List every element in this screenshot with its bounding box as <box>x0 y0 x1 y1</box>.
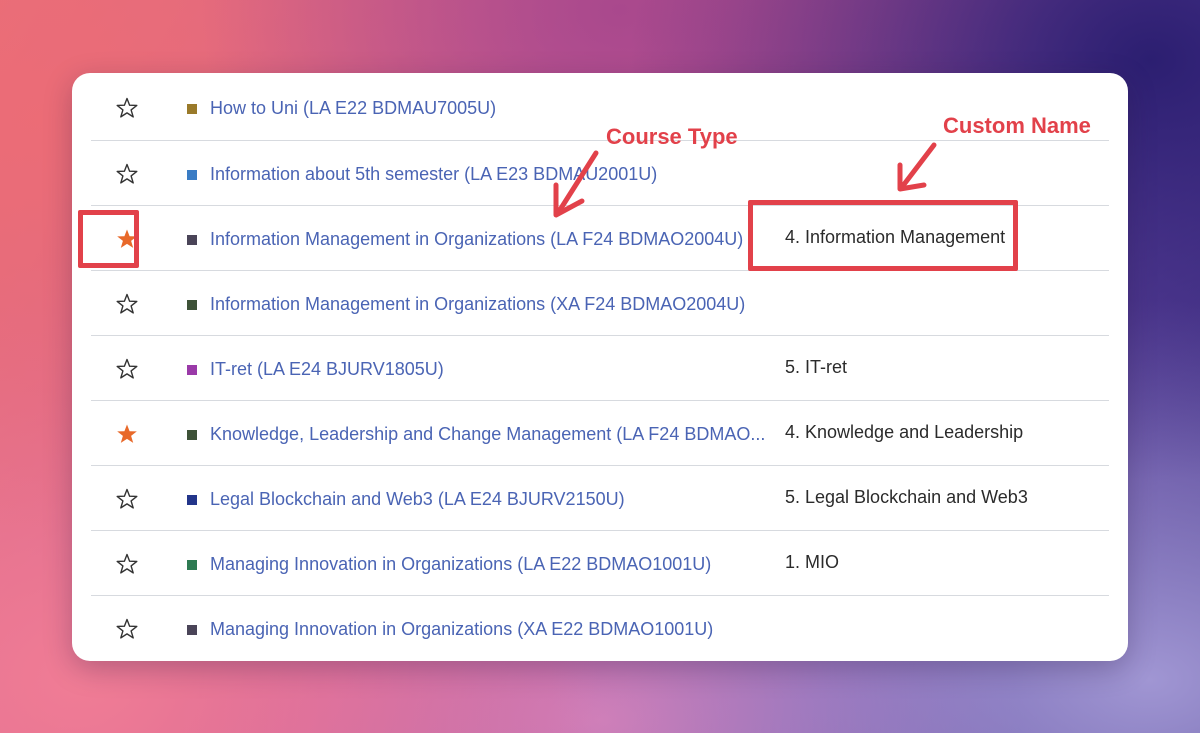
course-color-swatch <box>187 104 197 114</box>
course-row: Managing Innovation in Organizations (LA… <box>91 530 1109 596</box>
course-row: Knowledge, Leadership and Change Managem… <box>91 400 1109 466</box>
course-color-swatch <box>187 170 197 180</box>
course-row: IT-ret (LA E24 BJURV1805U) 5. IT-ret <box>91 335 1109 401</box>
starred-highlight-box <box>78 210 139 268</box>
course-color-swatch <box>187 365 197 375</box>
course-custom-name: 5. Legal Blockchain and Web3 <box>785 487 1028 507</box>
star-outline-icon[interactable] <box>116 618 138 640</box>
custom-name-highlight-box <box>748 200 1018 271</box>
course-color-swatch <box>187 495 197 505</box>
star-outline-icon[interactable] <box>116 553 138 575</box>
course-name-link[interactable]: How to Uni (LA E22 BDMAU7005U) <box>210 96 770 120</box>
course-row: Legal Blockchain and Web3 (LA E24 BJURV2… <box>91 465 1109 531</box>
course-color-swatch <box>187 235 197 245</box>
star-outline-icon[interactable] <box>116 163 138 185</box>
course-color-swatch <box>187 625 197 635</box>
course-color-swatch <box>187 300 197 310</box>
course-type-annotation-label: Course Type <box>606 124 738 149</box>
course-custom-name: 5. IT-ret <box>785 357 848 377</box>
course-name-link[interactable]: Managing Innovation in Organizations (LA… <box>210 552 770 576</box>
course-name-link[interactable]: Information about 5th semester (LA E23 B… <box>210 162 770 186</box>
star-outline-icon[interactable] <box>116 488 138 510</box>
course-color-swatch <box>187 560 197 570</box>
star-outline-icon[interactable] <box>116 97 138 119</box>
course-name-link[interactable]: Managing Innovation in Organizations (XA… <box>210 617 770 641</box>
star-outline-icon[interactable] <box>116 293 138 315</box>
course-custom-name: 4. Knowledge and Leadership <box>785 422 1024 442</box>
course-row: Information about 5th semester (LA E23 B… <box>91 140 1109 206</box>
course-name-link[interactable]: Information Management in Organizations … <box>210 292 770 316</box>
star-filled-icon[interactable] <box>116 423 138 445</box>
custom-name-annotation-label: Custom Name <box>943 113 1091 138</box>
course-color-swatch <box>187 430 197 440</box>
course-row: Managing Innovation in Organizations (XA… <box>91 595 1109 661</box>
course-custom-name: 1. MIO <box>785 552 840 572</box>
course-name-link[interactable]: Knowledge, Leadership and Change Managem… <box>210 422 770 446</box>
course-name-link[interactable]: Legal Blockchain and Web3 (LA E24 BJURV2… <box>210 487 770 511</box>
star-outline-icon[interactable] <box>116 358 138 380</box>
courses-card: How to Uni (LA E22 BDMAU7005U) Informatio… <box>72 73 1128 661</box>
course-name-link[interactable]: Information Management in Organizations … <box>210 227 770 251</box>
course-name-link[interactable]: IT-ret (LA E24 BJURV1805U) <box>210 357 770 381</box>
course-row: Information Management in Organizations … <box>91 270 1109 336</box>
